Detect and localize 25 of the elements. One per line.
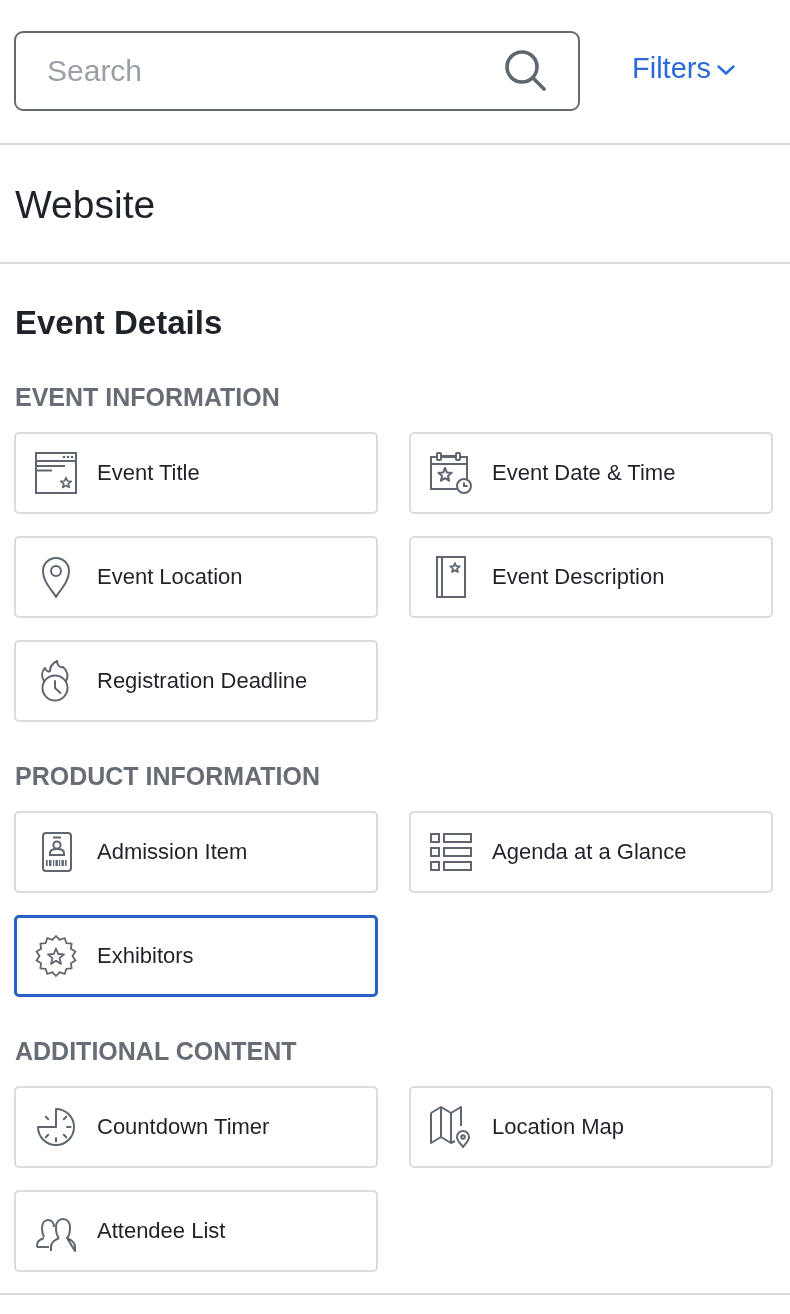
timer-icon [35,1106,77,1148]
search-field[interactable]: Search [14,31,580,111]
component-tile[interactable]: Event Title [14,432,378,514]
component-tile[interactable]: Location Map [409,1086,773,1168]
category-label: ADDITIONAL CONTENT [14,1036,298,1066]
calendar-clock-icon [430,452,472,494]
category-label: PRODUCT INFORMATION [14,761,322,791]
component-tile[interactable]: Countdown Timer [14,1086,378,1168]
component-tile[interactable]: Event Location [14,536,378,618]
component-tile[interactable]: Event Date & Time [409,432,773,514]
category-label: EVENT INFORMATION [14,382,281,412]
component-tile[interactable]: Attendee List [14,1190,378,1272]
component-tile[interactable]: Exhibitors [14,915,378,997]
component-tile[interactable]: Registration Deadline [14,640,378,722]
component-tile[interactable]: Admission Item [14,811,378,893]
list-icon [430,831,472,873]
folded-map-pin-icon [430,1106,472,1148]
component-tile[interactable]: Agenda at a Glance [409,811,773,893]
filters-dropdown[interactable]: Filters [632,52,735,85]
search-icon [504,49,546,91]
chevron-down-icon [716,65,735,75]
page-title: Website [15,181,156,228]
star-seal-icon [35,935,77,977]
panel-heading: Event Details [14,303,224,343]
component-tile[interactable]: Event Description [409,536,773,618]
